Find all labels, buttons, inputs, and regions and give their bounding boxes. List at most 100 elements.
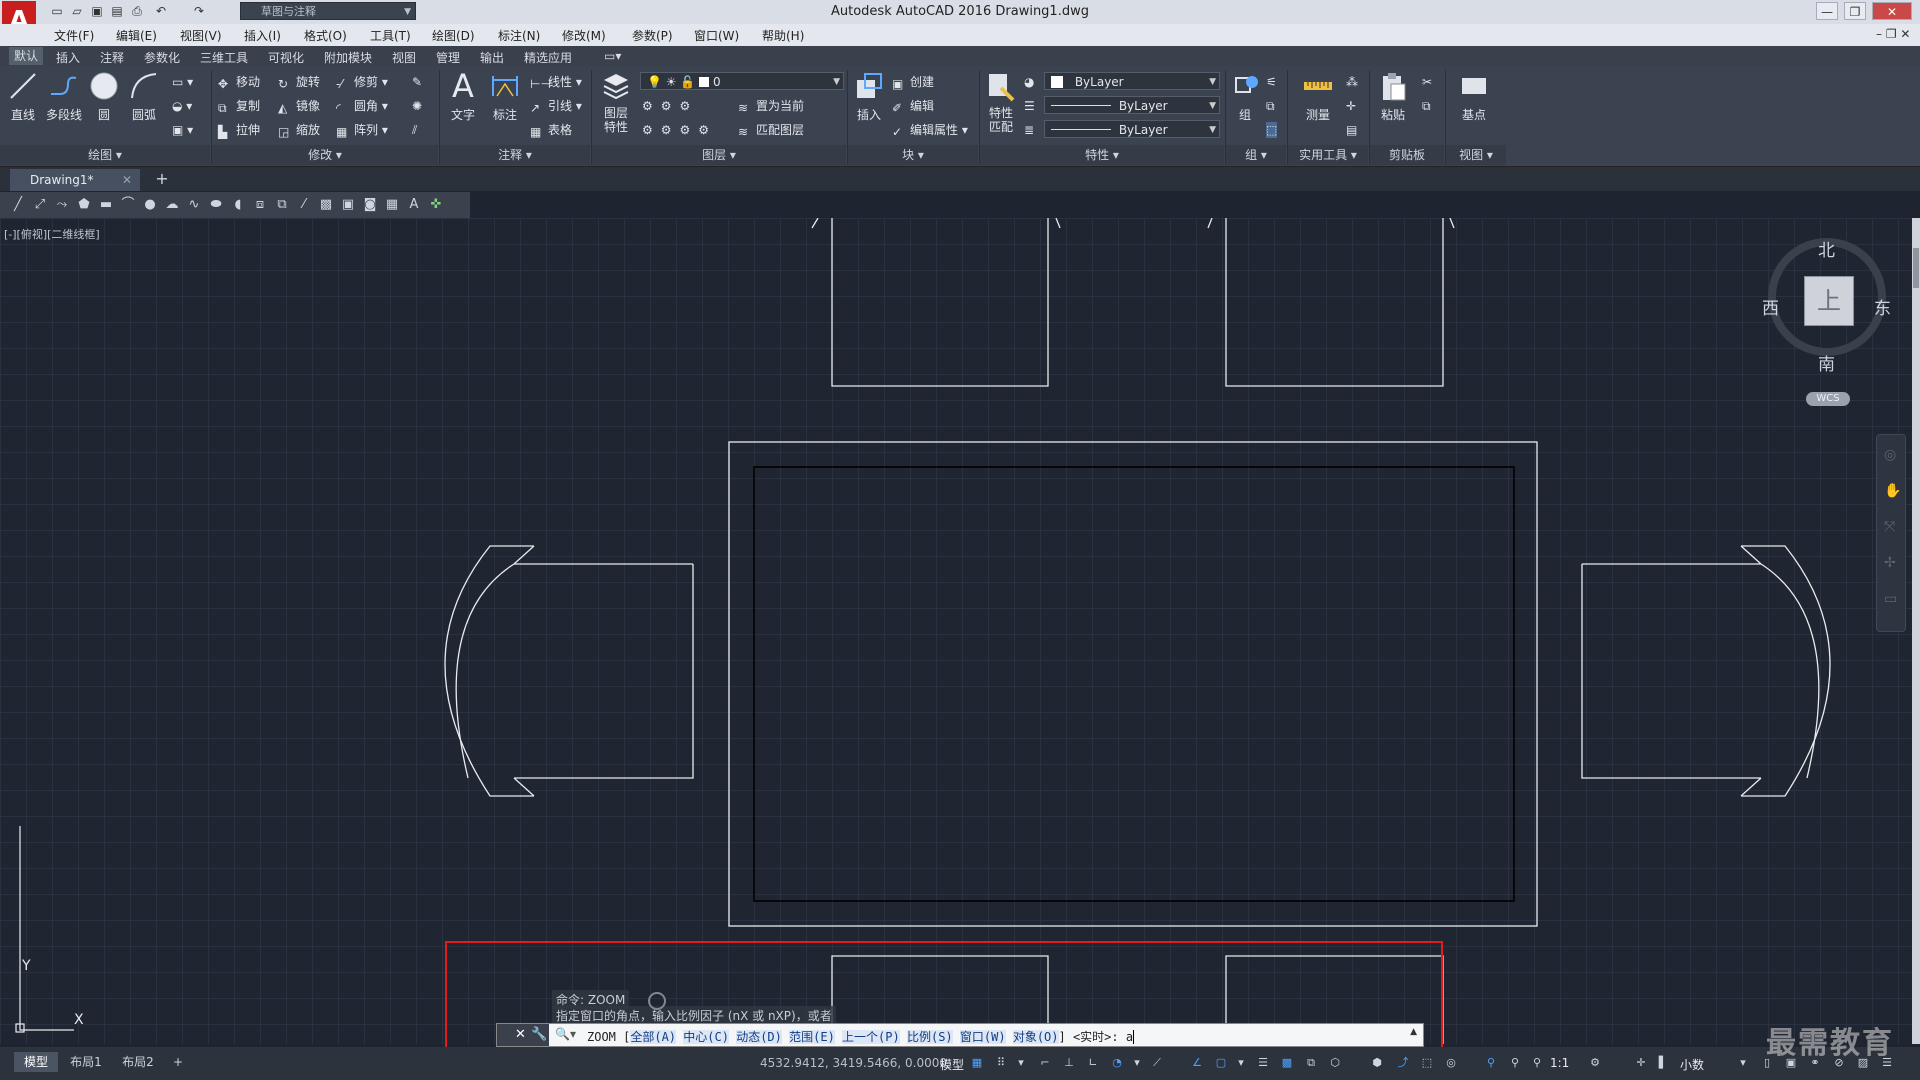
annotation-panel-title[interactable]: 注释 ▾: [440, 145, 590, 165]
groups-panel-title[interactable]: 组 ▾: [1226, 145, 1286, 165]
showmotion-icon[interactable]: ▭: [1884, 591, 1897, 607]
dimension-button[interactable]: 标注: [488, 70, 522, 123]
ellipse-icon[interactable]: ⬬: [208, 197, 224, 213]
circle-button[interactable]: 圆: [88, 70, 120, 123]
menu-edit[interactable]: 编辑(E): [116, 27, 157, 44]
layers-panel-title[interactable]: 图层 ▾: [592, 145, 846, 165]
viewcube-top-face[interactable]: 上: [1804, 276, 1854, 326]
insert-block-icon[interactable]: ⧈: [252, 197, 268, 213]
close-button[interactable]: ✕: [1872, 2, 1912, 20]
dynamic-ucs-icon[interactable]: ⬢: [1370, 1056, 1384, 1070]
layer-tools-row2[interactable]: ⚙⚙⚙⚙: [642, 122, 717, 138]
menu-insert[interactable]: 插入(I): [244, 27, 281, 44]
annotation-visibility-icon[interactable]: ◎: [1444, 1056, 1458, 1070]
make-block-icon[interactable]: ⧉: [274, 197, 290, 213]
menu-parametric[interactable]: 参数(P): [632, 27, 673, 44]
match-properties-button[interactable]: 特性 匹配: [984, 70, 1018, 134]
menu-help[interactable]: 帮助(H): [762, 27, 804, 44]
chevron-down-icon[interactable]: ▾: [1130, 1056, 1144, 1070]
annotation-scale-value[interactable]: 1:1: [1550, 1056, 1569, 1070]
object-snap-tracking-icon[interactable]: ∠: [1190, 1056, 1204, 1070]
isodraft-icon[interactable]: ⟋: [1150, 1056, 1164, 1070]
modify-panel-title[interactable]: 修改 ▾: [212, 145, 438, 165]
revision-cloud-icon[interactable]: ☁: [164, 197, 180, 213]
lineweight-icon[interactable]: ≣: [1024, 122, 1034, 138]
cursor-coordinates[interactable]: 4532.9412, 3419.5466, 0.0000: [760, 1056, 947, 1070]
tab-view[interactable]: 视图: [392, 49, 416, 66]
rectangle-icon[interactable]: ▬: [98, 197, 114, 213]
scrollbar-thumb[interactable]: [1913, 248, 1919, 288]
tab-annotate[interactable]: 注释: [100, 49, 124, 66]
orbit-icon[interactable]: ✢: [1884, 555, 1896, 571]
chevron-down-icon[interactable]: ▾: [1736, 1056, 1750, 1070]
transparency-icon[interactable]: ▩: [1280, 1056, 1294, 1070]
lineweight-dropdown[interactable]: ByLayer ▼: [1044, 120, 1220, 138]
compass-east[interactable]: 东: [1874, 294, 1891, 319]
vertical-scrollbar[interactable]: [1912, 218, 1920, 1044]
selection-filter-icon[interactable]: ⤴: [1396, 1056, 1410, 1070]
polar-tracking-icon[interactable]: ◔: [1110, 1056, 1124, 1070]
infer-constraints-icon[interactable]: ⌐: [1038, 1056, 1052, 1070]
gradient-icon[interactable]: ▣: [340, 197, 356, 213]
scale-button[interactable]: ◲ 缩放: [278, 122, 320, 139]
ungroup-icon[interactable]: ⚟: [1266, 74, 1277, 90]
rotate-button[interactable]: ↻ 旋转: [278, 74, 320, 91]
polyline-icon[interactable]: ⤳: [54, 197, 70, 213]
tab-visualize[interactable]: 可视化: [268, 49, 304, 66]
mtext-icon[interactable]: A: [406, 197, 422, 213]
tab-manage[interactable]: 管理: [436, 49, 460, 66]
gear-icon[interactable]: ⚙: [1588, 1056, 1602, 1070]
polygon-icon[interactable]: ⬟: [76, 197, 92, 213]
doc-window-controls[interactable]: – ❐ ✕: [1876, 27, 1910, 41]
circle-icon[interactable]: ●: [142, 197, 158, 213]
menu-modify[interactable]: 修改(M): [562, 27, 606, 44]
compass-north[interactable]: 北: [1818, 236, 1835, 261]
menu-window[interactable]: 窗口(W): [694, 27, 739, 44]
paste-button[interactable]: 粘贴: [1376, 70, 1410, 123]
hatch-icon[interactable]: ▩: [318, 197, 334, 213]
linetype-icon[interactable]: ☰: [1024, 98, 1035, 114]
properties-panel-title[interactable]: 特性 ▾: [980, 145, 1224, 165]
utilities-panel-title[interactable]: 实用工具 ▾: [1288, 145, 1368, 165]
dynamic-input-icon[interactable]: ⊥: [1062, 1056, 1076, 1070]
construction-line-icon[interactable]: ⤢: [32, 197, 48, 213]
minimize-button[interactable]: —: [1816, 2, 1838, 20]
edit-block-button[interactable]: ✐ 编辑: [892, 98, 934, 115]
tab-insert[interactable]: 插入: [56, 49, 80, 66]
match-layer-button[interactable]: ≋ 匹配图层: [738, 122, 804, 139]
clipboard-panel-title[interactable]: 剪贴板: [1370, 145, 1444, 165]
compass-west[interactable]: 西: [1762, 294, 1779, 319]
group-button[interactable]: 组: [1230, 70, 1260, 123]
offset-icon[interactable]: ⫽: [412, 122, 417, 138]
close-icon[interactable]: ✕: [122, 169, 132, 191]
move-button[interactable]: ✥ 移动: [218, 74, 260, 91]
quick-properties-icon[interactable]: ▌: [1656, 1056, 1670, 1070]
set-current-button[interactable]: ≋ 置为当前: [738, 98, 804, 115]
trim-button[interactable]: -⁄ 修剪 ▾: [336, 74, 388, 91]
3d-osnap-icon[interactable]: ⬡: [1328, 1056, 1342, 1070]
color-dropdown[interactable]: ByLayer ▼: [1044, 72, 1220, 90]
polyline-button[interactable]: 多段线: [44, 70, 84, 123]
table-button[interactable]: ▦ 表格: [530, 122, 572, 139]
pan-icon[interactable]: ✋: [1884, 483, 1901, 499]
tab-layout1[interactable]: 布局1: [62, 1052, 110, 1072]
group-select-icon[interactable]: ⬚: [1266, 122, 1278, 138]
stretch-button[interactable]: ▙ 拉伸: [218, 122, 260, 139]
restore-button[interactable]: ❐: [1844, 2, 1866, 20]
object-snap-icon[interactable]: ▢: [1214, 1056, 1228, 1070]
gizmo-icon[interactable]: ⬚: [1420, 1056, 1434, 1070]
add-selected-icon[interactable]: ✜: [428, 197, 444, 213]
steering-wheel-icon[interactable]: ◎: [1884, 447, 1896, 463]
chevron-down-icon[interactable]: ▾: [1234, 1056, 1248, 1070]
ortho-icon[interactable]: ∟: [1086, 1056, 1100, 1070]
tab-parametric[interactable]: 参数化: [144, 49, 180, 66]
ellipse-arc-icon[interactable]: ◖: [230, 197, 246, 213]
menu-view[interactable]: 视图(V): [180, 27, 222, 44]
leader-button[interactable]: ↗ 引线 ▾: [530, 98, 582, 115]
tab-output[interactable]: 输出: [480, 49, 504, 66]
units-value[interactable]: 小数: [1680, 1056, 1704, 1073]
file-tab-drawing1[interactable]: Drawing1* ✕: [10, 169, 140, 191]
arc-button[interactable]: 圆弧: [128, 70, 160, 123]
region-icon[interactable]: ▣ ▾: [172, 122, 193, 138]
wcs-dropdown[interactable]: WCS: [1806, 392, 1850, 406]
